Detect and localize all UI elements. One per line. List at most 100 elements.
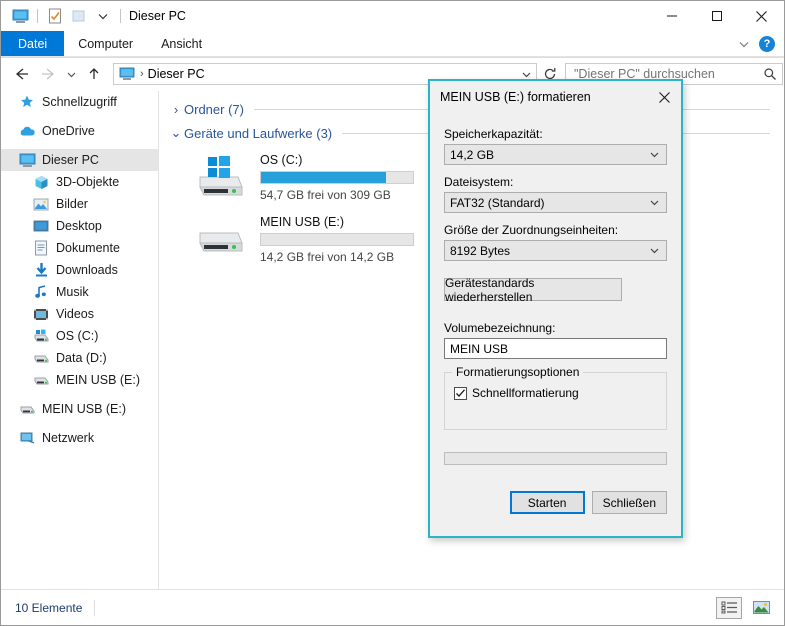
sidebar-item-label: Musik xyxy=(56,285,89,299)
sidebar-item-videos[interactable]: Videos xyxy=(1,303,158,325)
sidebar-item-schnellzugriff[interactable]: Schnellzugriff xyxy=(1,91,158,113)
volume-label-input[interactable]: MEIN USB xyxy=(444,338,667,359)
back-button[interactable] xyxy=(9,61,35,87)
breadcrumb-current: Dieser PC xyxy=(147,67,205,81)
network-icon xyxy=(17,428,37,448)
documents-icon xyxy=(31,238,51,258)
sidebar-item-dieser-pc[interactable]: Dieser PC xyxy=(1,149,158,171)
recent-locations-chevron-icon[interactable] xyxy=(61,61,81,87)
item-count-label: 10 Elemente xyxy=(15,600,83,615)
maximize-button[interactable] xyxy=(694,1,739,31)
filesystem-value: FAT32 (Standard) xyxy=(450,195,545,210)
dialog-buttons: Starten Schließen xyxy=(444,491,667,514)
breadcrumb-separator: › xyxy=(140,68,144,80)
drive-usage-meter xyxy=(260,171,414,184)
drive-usage-meter xyxy=(260,233,414,246)
sidebar-item-label: OneDrive xyxy=(42,124,95,138)
sidebar-item-mein-usb-e[interactable]: MEIN USB (E:) xyxy=(1,398,158,420)
chevron-down-icon[interactable] xyxy=(649,197,660,211)
capacity-select[interactable]: 14,2 GB xyxy=(444,144,667,165)
search-icon[interactable] xyxy=(763,67,777,86)
new-folder-icon[interactable] xyxy=(68,5,90,27)
dialog-title-bar: MEIN USB (E:) formatieren xyxy=(430,81,681,113)
pictures-icon xyxy=(31,194,51,214)
customize-qat-chevron-icon[interactable] xyxy=(92,5,114,27)
dialog-title: MEIN USB (E:) formatieren xyxy=(440,90,591,104)
forward-button[interactable] xyxy=(35,61,61,87)
up-button[interactable] xyxy=(81,61,107,87)
sidebar-item-bilder[interactable]: Bilder xyxy=(1,193,158,215)
sidebar-item-data-d[interactable]: Data (D:) xyxy=(1,347,158,369)
status-bar: 10 Elemente xyxy=(1,589,784,625)
dialog-close-button[interactable] xyxy=(647,81,681,113)
title-bar: Dieser PC xyxy=(1,1,784,31)
minimize-button[interactable] xyxy=(649,1,694,31)
sidebar-item-label: Desktop xyxy=(56,219,102,233)
cloud-icon xyxy=(17,121,37,141)
allocation-unit-label: Größe der Zuordnungseinheiten: xyxy=(444,223,619,237)
tab-ansicht[interactable]: Ansicht xyxy=(147,31,216,56)
drive-capacity-text: 54,7 GB frei von 309 GB xyxy=(260,188,391,202)
navigation-pane[interactable]: Schnellzugriff OneDrive Dieser PC 3D-Objekt… xyxy=(1,91,159,589)
help-icon[interactable]: ? xyxy=(759,36,775,52)
file-explorer-window: Dieser PC Datei Computer Ansicht ? › Die… xyxy=(0,0,785,626)
restore-device-defaults-button[interactable]: Gerätestandards wiederherstellen xyxy=(444,276,622,304)
sidebar-item-dokumente[interactable]: Dokumente xyxy=(1,237,158,259)
quick-format-checkbox[interactable] xyxy=(454,386,467,400)
chevron-down-icon[interactable] xyxy=(649,149,660,163)
large-icons-view-icon[interactable] xyxy=(748,597,774,619)
breadcrumb-this-pc-icon xyxy=(118,67,136,81)
drive-icon xyxy=(31,348,51,368)
drive-name: OS (C:) xyxy=(260,153,303,167)
sidebar-item-downloads[interactable]: Downloads xyxy=(1,259,158,281)
quick-format-row[interactable]: Schnellformatierung xyxy=(454,386,657,400)
filesystem-select[interactable]: FAT32 (Standard) xyxy=(444,192,667,213)
chevron-right-icon[interactable]: › xyxy=(168,102,184,117)
expand-ribbon-chevron-icon[interactable] xyxy=(735,35,753,53)
details-view-icon[interactable] xyxy=(716,596,742,619)
sidebar-item-label: MEIN USB (E:) xyxy=(56,373,141,387)
close-dialog-button[interactable]: Schließen xyxy=(591,491,667,514)
sidebar-item-netzwerk[interactable]: Netzwerk xyxy=(1,427,158,449)
format-progress-bar xyxy=(444,452,667,465)
drive-icon xyxy=(31,370,51,390)
start-button[interactable]: Starten xyxy=(509,491,585,514)
dialog-body: Speicherkapazität: 14,2 GB Dateisystem: … xyxy=(430,113,681,514)
sidebar-item-3d-objekte[interactable]: 3D-Objekte xyxy=(1,171,158,193)
desktop-icon xyxy=(31,216,51,236)
tab-computer[interactable]: Computer xyxy=(64,31,147,56)
chevron-down-icon[interactable] xyxy=(649,245,660,259)
videos-icon xyxy=(31,304,51,324)
ribbon-tabs: Datei Computer Ansicht ? xyxy=(1,31,784,57)
properties-icon[interactable] xyxy=(44,5,66,27)
drive-icon xyxy=(190,213,254,265)
group-label-geraete: Geräte und Laufwerke (3) xyxy=(184,125,333,141)
drive-name: MEIN USB (E:) xyxy=(260,215,345,229)
format-dialog[interactable]: MEIN USB (E:) formatieren Speicherkapazi… xyxy=(428,79,683,538)
this-pc-icon xyxy=(17,150,37,170)
tab-datei[interactable]: Datei xyxy=(1,31,65,56)
filesystem-label: Dateisystem: xyxy=(444,175,514,189)
this-pc-icon[interactable] xyxy=(9,5,31,27)
ribbon-right-controls: ? xyxy=(735,31,780,57)
close-button[interactable] xyxy=(739,1,784,31)
sidebar-item-mein-usb-e[interactable]: MEIN USB (E:) xyxy=(1,369,158,391)
sidebar-item-label: Dokumente xyxy=(56,241,120,255)
status-divider xyxy=(94,599,96,616)
3d-objects-icon xyxy=(31,172,51,192)
sidebar-item-label: MEIN USB (E:) xyxy=(42,402,127,416)
sidebar-item-label: Videos xyxy=(56,307,94,321)
star-icon xyxy=(17,92,37,112)
sidebar-item-onedrive[interactable]: OneDrive xyxy=(1,120,158,142)
sidebar-item-desktop[interactable]: Desktop xyxy=(1,215,158,237)
sidebar-item-musik[interactable]: Musik xyxy=(1,281,158,303)
quick-format-label: Schnellformatierung xyxy=(472,386,579,400)
chevron-down-icon[interactable]: ⌄ xyxy=(168,125,184,141)
capacity-value: 14,2 GB xyxy=(450,147,495,162)
group-label-ordner: Ordner (7) xyxy=(184,101,244,117)
sidebar-item-os-c[interactable]: OS (C:) xyxy=(1,325,158,347)
allocation-unit-select[interactable]: 8192 Bytes xyxy=(444,240,667,261)
